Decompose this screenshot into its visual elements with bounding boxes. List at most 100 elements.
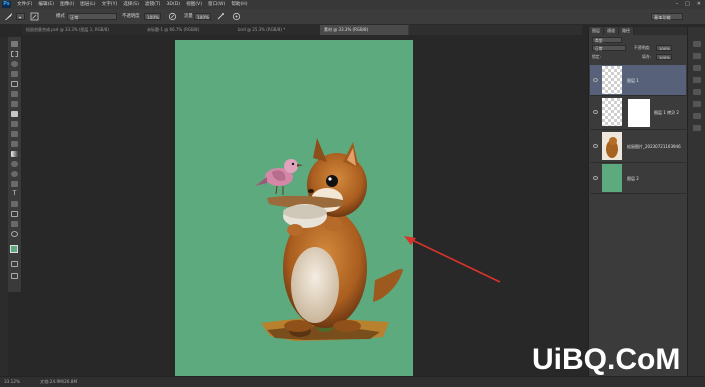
pressure-size-icon[interactable] <box>232 12 241 21</box>
menu-file[interactable]: 文件(F) <box>17 1 32 8</box>
clone-stamp-tool-icon[interactable] <box>11 121 18 127</box>
lasso-tool-icon[interactable] <box>11 61 18 67</box>
tab-paths[interactable]: 路径 <box>619 27 634 35</box>
layer-row[interactable]: 松鼠图片_20230721103946 <box>590 130 686 163</box>
menu-edit[interactable]: 编辑(E) <box>38 1 54 8</box>
tab-channels[interactable]: 通道 <box>604 27 619 35</box>
move-tool-icon[interactable] <box>11 41 18 47</box>
character-icon[interactable] <box>693 101 701 107</box>
rectangle-tool-icon[interactable] <box>11 211 18 217</box>
maximize-button[interactable]: □ <box>685 1 690 8</box>
layer-row[interactable]: 图层 2 <box>590 163 686 194</box>
menu-help[interactable]: 帮助(H) <box>231 1 247 8</box>
tab-layers[interactable]: 图层 <box>589 27 604 35</box>
brush-panel-icon[interactable] <box>30 12 39 21</box>
menu-select[interactable]: 选择(S) <box>123 1 139 8</box>
layer-mask-thumbnail[interactable] <box>628 99 650 127</box>
menu-3d[interactable]: 3D(D) <box>166 1 180 8</box>
opacity-input[interactable]: 100% <box>144 13 161 20</box>
blur-tool-icon[interactable] <box>11 161 18 167</box>
menu-layer[interactable]: 图层(L) <box>80 1 95 8</box>
menu-type[interactable]: 文字(Y) <box>102 1 118 8</box>
healing-brush-tool-icon[interactable] <box>11 101 18 107</box>
history-brush-tool-icon[interactable] <box>11 131 18 137</box>
visibility-eye-icon[interactable] <box>593 110 598 114</box>
menu-image[interactable]: 图像(I) <box>60 1 74 8</box>
fill-input[interactable]: 100% <box>656 54 672 60</box>
adjustments-icon[interactable] <box>693 65 701 71</box>
menu-bar: Ps 文件(F) 编辑(E) 图像(I) 图层(L) 文字(Y) 选择(S) 滤… <box>0 0 705 9</box>
dodge-tool-icon[interactable] <box>11 171 18 177</box>
swatches-icon[interactable] <box>693 89 701 95</box>
pen-tool-icon[interactable] <box>11 181 18 187</box>
layer-name[interactable]: 图层 1 拷贝 2 <box>654 110 679 116</box>
hand-tool-icon[interactable] <box>11 221 18 227</box>
lock-label: 锁定: <box>592 54 601 59</box>
flow-input[interactable]: 100% <box>194 13 211 20</box>
visibility-eye-icon[interactable] <box>593 176 598 180</box>
annotation-arrow <box>404 236 501 283</box>
foreground-color-swatch[interactable] <box>10 245 18 253</box>
layer-opacity-input[interactable]: 100% <box>656 45 672 51</box>
tab-doc-1[interactable]: 松鼠创意合成.psd @ 33.3% (图层 1, RGB/8) <box>22 25 151 35</box>
airbrush-icon[interactable] <box>216 12 225 21</box>
layers-panel: 图层 通道 路径 类型 正常 不透明度: 100% 锁定: 填充: 100% 图… <box>588 27 687 376</box>
eyedropper-tool-icon[interactable] <box>11 91 18 97</box>
zoom-tool-icon[interactable] <box>11 231 18 237</box>
menu-filter[interactable]: 滤镜(T) <box>145 1 161 8</box>
site-watermark: UiBQ.CoM <box>532 343 681 376</box>
path-selection-tool-icon[interactable] <box>11 201 18 207</box>
document-tab-bar: 松鼠创意合成.psd @ 33.3% (图层 1, RGB/8) 未标题-1 @… <box>22 25 582 35</box>
mode-select[interactable]: 正常 <box>67 13 117 20</box>
paragraph-icon[interactable] <box>693 113 701 119</box>
close-button[interactable]: ✕ <box>697 1 701 8</box>
menu-view[interactable]: 视图(V) <box>186 1 202 8</box>
pressure-opacity-icon[interactable] <box>168 12 177 21</box>
layer-thumbnail <box>602 66 622 94</box>
brush-tool-active-icon[interactable] <box>11 111 18 117</box>
history-icon[interactable] <box>693 41 701 47</box>
visibility-eye-icon[interactable] <box>593 78 598 82</box>
menu-items: 文件(F) 编辑(E) 图像(I) 图层(L) 文字(Y) 选择(S) 滤镜(T… <box>17 1 248 8</box>
layer-name[interactable]: 图层 2 <box>627 176 639 182</box>
blend-mode-select[interactable]: 正常 <box>592 45 626 51</box>
marquee-tool-icon[interactable] <box>11 51 18 57</box>
eraser-tool-icon[interactable] <box>11 141 18 147</box>
menu-window[interactable]: 窗口(W) <box>208 1 225 8</box>
tab-doc-2[interactable]: 未标题-1 @ 66.7% (RGB/8) <box>143 25 242 35</box>
layer-name[interactable]: 图层 1 <box>627 78 639 84</box>
brush-preset-picker[interactable]: ▾ <box>16 13 25 20</box>
options-bar: ▾ 模式 正常 不透明度 100% 流量 100% 基本功能 <box>0 9 705 25</box>
layer-row[interactable]: 图层 1 拷贝 2 <box>590 96 686 130</box>
workspace-select[interactable]: 基本功能 <box>651 13 683 20</box>
minimize-button[interactable]: – <box>676 1 679 8</box>
layer-row[interactable]: 图层 1 <box>590 65 686 96</box>
opacity-label: 不透明度 <box>122 14 140 19</box>
brush-settings-icon[interactable] <box>693 125 701 131</box>
layer-filter-select[interactable]: 类型 <box>592 37 622 43</box>
photoshop-logo-icon[interactable]: Ps <box>2 1 11 8</box>
right-dock <box>687 27 705 376</box>
styles-icon[interactable] <box>693 77 701 83</box>
quick-mask-icon[interactable] <box>11 261 18 267</box>
layer-thumbnail <box>602 164 622 192</box>
left-dock <box>0 37 8 377</box>
layer-thumbnail <box>602 132 622 160</box>
gradient-tool-icon[interactable] <box>11 151 18 157</box>
brush-tool-icon[interactable] <box>4 12 13 21</box>
tab-doc-3[interactable]: bird @ 25.3% (RGB/8) * <box>234 25 328 35</box>
status-bar: 33.12% 文档:24.9M/26.8M <box>0 376 705 387</box>
layer-name[interactable]: 松鼠图片_20230721103946 <box>627 144 681 150</box>
squirrel-thumbnail-image <box>606 137 618 158</box>
tab-doc-4[interactable]: 素材 @ 33.3% (RGB/8) <box>320 25 409 35</box>
type-tool-icon[interactable]: T <box>11 191 18 197</box>
screen-mode-icon[interactable] <box>11 273 18 279</box>
quick-select-tool-icon[interactable] <box>11 71 18 77</box>
document-canvas[interactable] <box>175 40 413 376</box>
mode-label: 模式 <box>56 14 65 19</box>
properties-icon[interactable] <box>693 53 701 59</box>
visibility-eye-icon[interactable] <box>593 144 598 148</box>
crop-tool-icon[interactable] <box>11 81 18 87</box>
squirrel-artwork-image <box>255 138 403 341</box>
fill-label: 填充: <box>642 54 651 59</box>
